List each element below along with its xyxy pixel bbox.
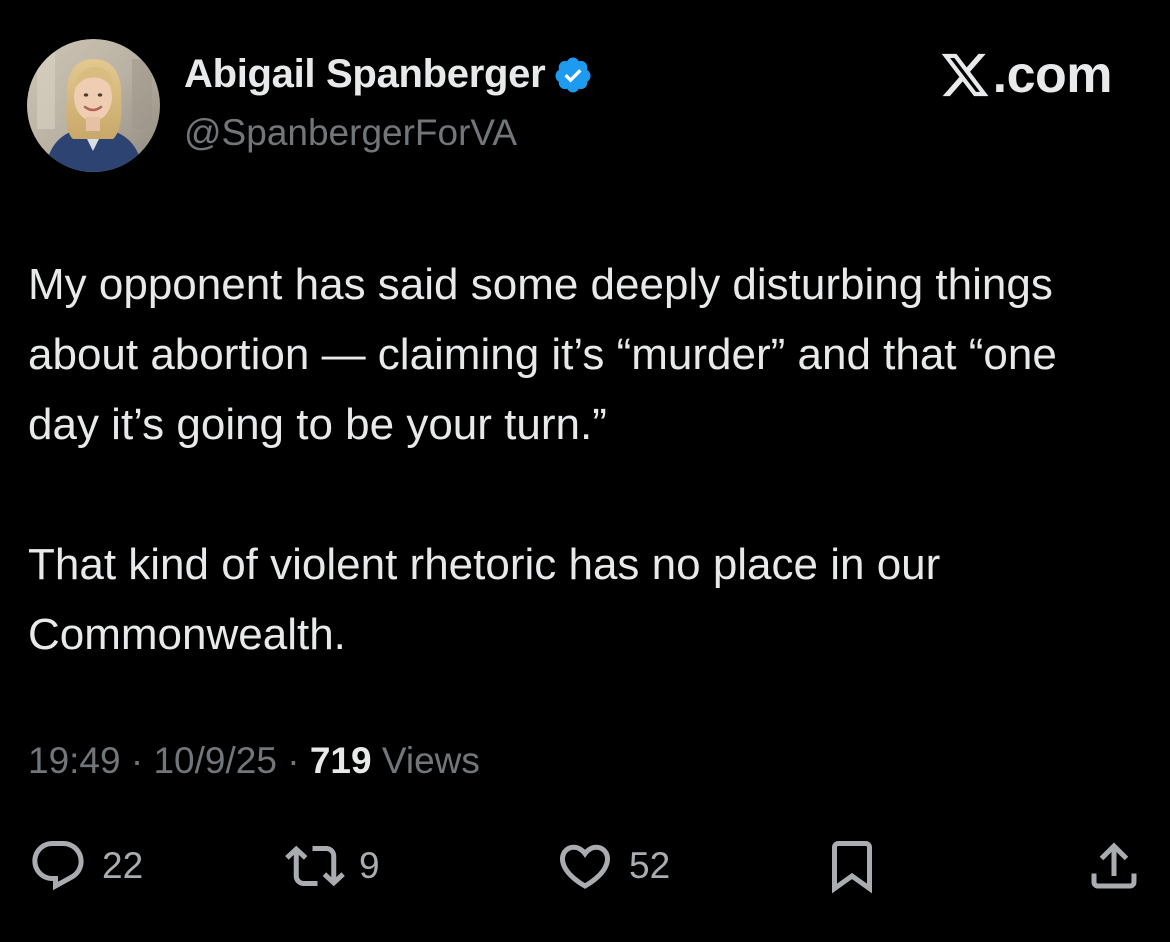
meta-separator: · <box>130 740 144 781</box>
tweet-date[interactable]: 10/9/25 <box>153 740 276 781</box>
reply-count: 22 <box>102 845 144 886</box>
tweet-meta: 19:49 · 10/9/25 · 719 Views <box>28 740 480 782</box>
like-button[interactable]: 52 <box>555 836 670 896</box>
meta-separator: · <box>287 740 300 781</box>
reply-icon <box>28 836 88 896</box>
tweet-body: My opponent has said some deeply disturb… <box>28 250 1138 670</box>
avatar-image <box>27 39 160 172</box>
author-name-row: Abigail Spanberger <box>184 52 593 97</box>
brand-watermark: .com <box>939 46 1113 104</box>
avatar[interactable] <box>27 39 160 172</box>
tweet-paragraph: That kind of violent rhetoric has no pla… <box>28 540 941 659</box>
retweet-icon <box>285 836 345 896</box>
author-handle[interactable]: @SpanbergerForVA <box>184 112 517 154</box>
reply-button[interactable]: 22 <box>28 836 143 896</box>
views-label: Views <box>381 740 480 781</box>
bookmark-icon <box>822 836 882 896</box>
retweet-button[interactable]: 9 <box>285 836 380 896</box>
heart-icon <box>555 836 615 896</box>
share-button[interactable] <box>1084 836 1144 896</box>
brand-domain-text: .com <box>992 46 1113 104</box>
retweet-count: 9 <box>359 845 380 886</box>
tweet-card: Abigail Spanberger @SpanbergerForVA .com… <box>0 0 1170 942</box>
views-count: 719 <box>309 740 372 781</box>
author-display-name[interactable]: Abigail Spanberger <box>184 52 546 97</box>
tweet-time[interactable]: 19:49 <box>28 740 121 781</box>
share-icon <box>1084 836 1144 896</box>
action-bar: 22 9 52 <box>0 836 1170 896</box>
verified-badge-icon <box>553 55 593 95</box>
x-logo-icon <box>939 49 991 101</box>
like-count: 52 <box>629 845 671 886</box>
bookmark-button[interactable] <box>822 836 882 896</box>
tweet-paragraph: My opponent has said some deeply disturb… <box>28 260 1057 449</box>
